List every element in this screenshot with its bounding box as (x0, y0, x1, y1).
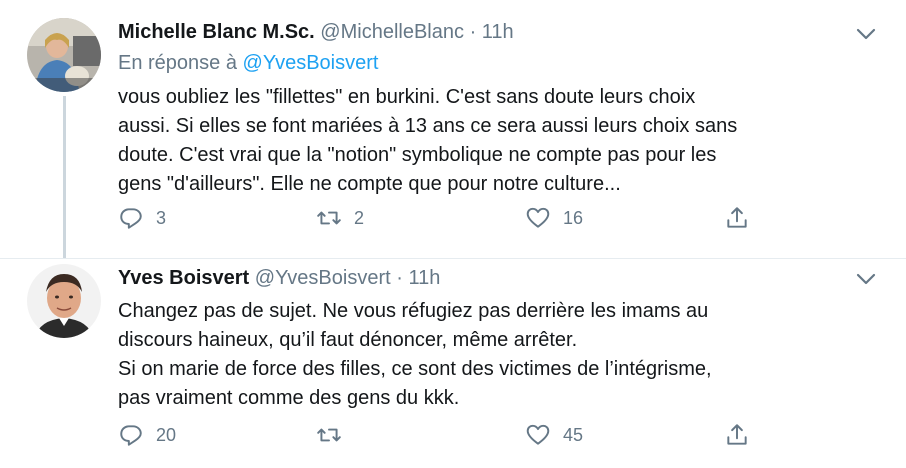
retweet-icon (317, 428, 341, 442)
separator-dot: · (396, 267, 403, 289)
reply-context: En réponse à @YvesBoisvert (118, 52, 378, 75)
retweet-icon (317, 211, 341, 225)
tweet-header: Yves Boisvert @YvesBoisvert · 11h (118, 267, 440, 290)
tweet-text-line: aussi. Si elles se font mariées à 13 ans… (118, 115, 738, 137)
author-name[interactable]: Michelle Blanc M.Sc. (118, 21, 315, 43)
reply-to-link[interactable]: @YvesBoisvert (243, 52, 379, 74)
avatar[interactable] (27, 264, 101, 338)
tweet-actions: 20 45 (118, 422, 758, 452)
tweet-text-line: pas vraiment comme des gens du kkk. (118, 387, 460, 409)
author-handle[interactable]: @MichelleBlanc (320, 21, 464, 43)
author-name[interactable]: Yves Boisvert (118, 267, 249, 289)
timestamp[interactable]: 11h (482, 21, 514, 43)
tweet-actions: 3 2 16 (118, 205, 758, 235)
tweet-text-line: Changez pas de sujet. Ne vous réfugiez p… (118, 300, 709, 322)
chevron-down-icon[interactable] (856, 27, 876, 41)
tweet-text-line: doute. C'est vrai que la "notion" symbol… (118, 144, 717, 166)
reply-button[interactable]: 20 (118, 422, 176, 448)
retweet-button[interactable] (316, 422, 354, 448)
share-button[interactable] (724, 205, 762, 231)
tweet-text-line: vous oubliez les "fillettes" en burkini.… (118, 86, 696, 108)
share-icon (727, 424, 747, 445)
reply-count: 20 (156, 424, 177, 445)
like-count: 45 (563, 424, 584, 445)
like-button[interactable]: 45 (525, 422, 583, 448)
thread-line (63, 96, 66, 258)
heart-icon (526, 424, 550, 445)
heart-icon (526, 207, 550, 228)
separator-dot: · (469, 21, 477, 43)
retweet-count: 2 (354, 207, 365, 228)
avatar[interactable] (27, 18, 101, 92)
retweet-button[interactable]: 2 (316, 205, 364, 231)
reply-icon (120, 425, 142, 446)
timestamp[interactable]: 11h (408, 267, 440, 289)
reply-count: 3 (156, 207, 167, 228)
author-handle[interactable]: @YvesBoisvert (255, 267, 391, 289)
like-count: 16 (563, 207, 584, 228)
tweet[interactable]: Michelle Blanc M.Sc. @MichelleBlanc · 11… (0, 0, 906, 259)
reply-icon (120, 208, 142, 229)
tweet-text-line: Si on marie de force des filles, ce sont… (118, 358, 712, 380)
tweet-header: Michelle Blanc M.Sc. @MichelleBlanc · 11… (118, 21, 514, 44)
reply-prefix: En réponse à (118, 52, 237, 74)
tweet-text-line: gens "d'ailleurs". Elle ne compte que po… (118, 173, 621, 195)
chevron-down-icon[interactable] (856, 272, 876, 286)
tweet-text: vous oubliez les "fillettes" en burkini.… (118, 83, 878, 199)
share-button[interactable] (724, 422, 762, 448)
tweet-text: Changez pas de sujet. Ne vous réfugiez p… (118, 297, 878, 413)
share-icon (727, 207, 747, 228)
reply-button[interactable]: 3 (118, 205, 166, 231)
tweet-text-line: discours haineux, qu’il faut dénoncer, m… (118, 329, 578, 351)
like-button[interactable]: 16 (525, 205, 583, 231)
